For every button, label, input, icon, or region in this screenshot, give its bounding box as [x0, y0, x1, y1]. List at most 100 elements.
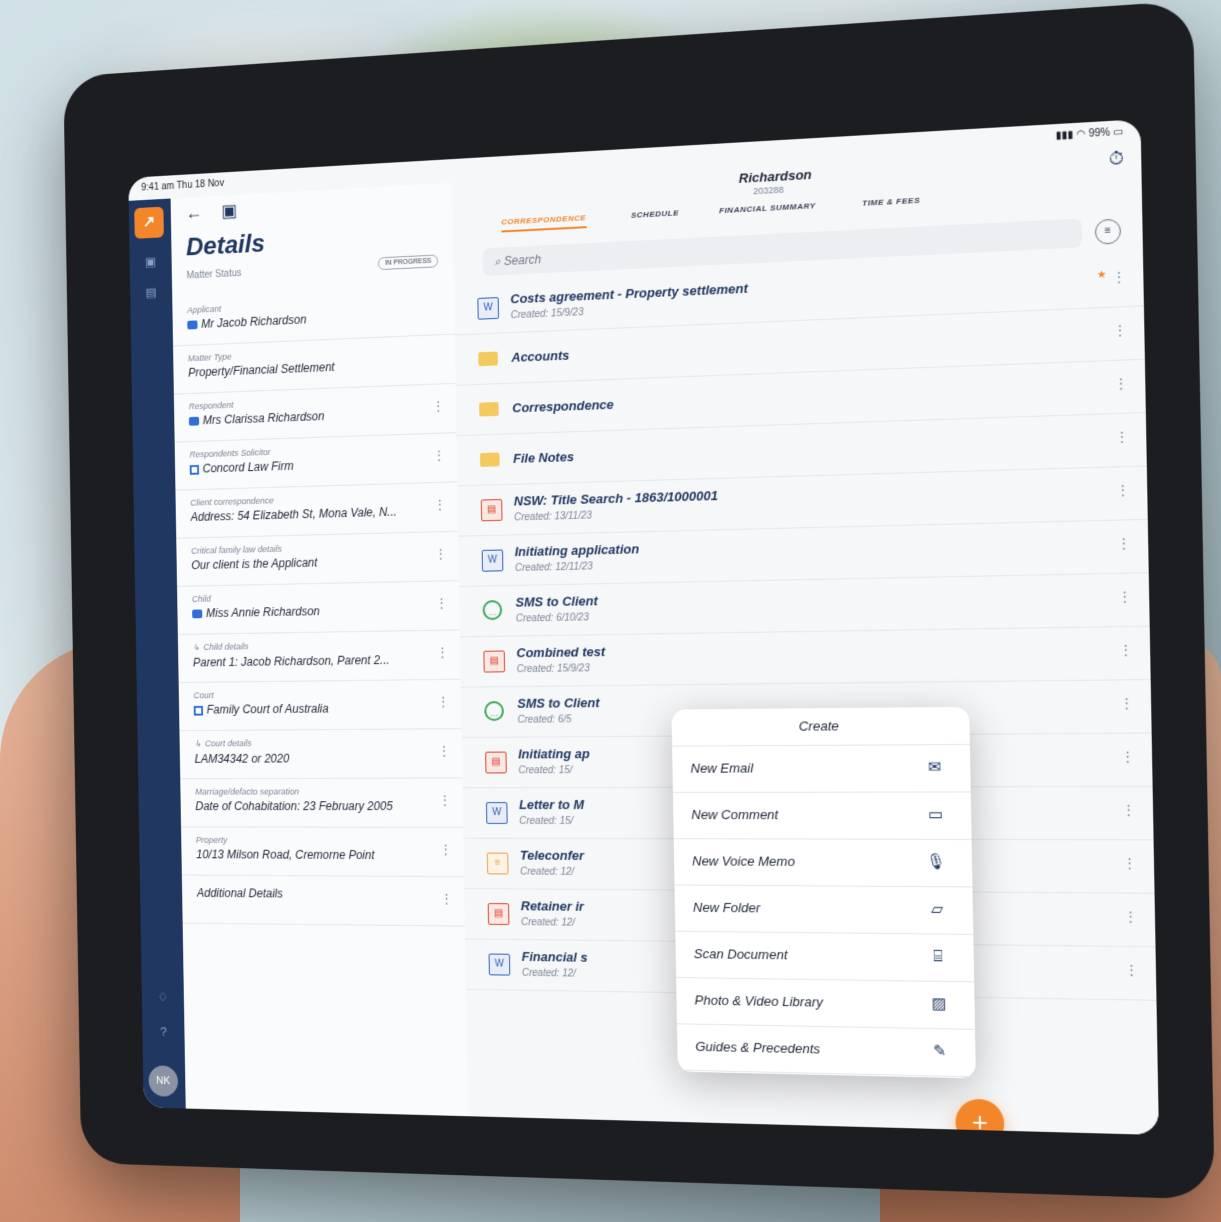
- folder-add-icon: ▱: [930, 900, 944, 919]
- app-logo-icon[interactable]: ↗: [134, 206, 164, 239]
- more-icon[interactable]: ⋮: [439, 792, 452, 808]
- list-item-name: Correspondence: [512, 396, 614, 416]
- detail-field-value: Date of Cohabitation: 23 February 2005: [195, 799, 420, 813]
- tab-correspondence[interactable]: CORRESPONDENCE: [501, 213, 587, 233]
- detail-field[interactable]: Respondents Solicitor Concord Law Firm ⋮: [174, 433, 458, 491]
- more-icon[interactable]: ⋮: [1117, 535, 1131, 552]
- pdf-icon: ▤: [483, 650, 506, 673]
- tablet-screen: 9:41 am Thu 18 Nov ▮▮▮ ◠ 99% ▭ ↗ ▣ ▤ ♢ ?…: [128, 119, 1159, 1135]
- list-item[interactable]: ▤ Combined test Created: 15/9/23 ⋮: [459, 626, 1151, 688]
- more-icon[interactable]: ⋮: [434, 546, 447, 562]
- more-icon[interactable]: ⋮: [432, 398, 445, 414]
- detail-field-value-text: Parent 1: Jacob Richardson, Parent 2...: [192, 653, 390, 670]
- detail-field-value-text: Mrs Clarissa Richardson: [202, 409, 325, 428]
- create-menu-item[interactable]: New Email ✉: [672, 745, 971, 793]
- detail-field-label-text: Applicant: [187, 303, 222, 316]
- avatar[interactable]: NK: [148, 1065, 179, 1097]
- doc-icon: W: [488, 953, 511, 976]
- more-icon[interactable]: ⋮: [437, 694, 450, 710]
- detail-field-label: Child: [192, 589, 444, 604]
- more-icon[interactable]: ⋮: [1119, 642, 1133, 659]
- details-panel: ← ▣ Details Matter Status IN PROGRESS Ap…: [170, 182, 470, 1117]
- more-icon[interactable]: ⋮: [1116, 482, 1130, 499]
- pdf-icon: ▤: [485, 751, 507, 774]
- list-item-name: Combined test: [516, 644, 606, 661]
- bell-icon[interactable]: ♢: [153, 987, 173, 1008]
- list-item-created: Created: 12/: [520, 917, 576, 929]
- tab-schedule[interactable]: SCHEDULE: [631, 208, 679, 220]
- more-icon[interactable]: ⋮: [438, 743, 451, 759]
- more-icon[interactable]: ⋮: [1120, 748, 1134, 765]
- folder-icon: [478, 351, 498, 367]
- detail-field-label-text: Respondents Solicitor: [189, 447, 271, 460]
- matter-card-icon[interactable]: ▣: [221, 201, 237, 221]
- tab-financial-summary[interactable]: FINANCIAL SUMMARY: [719, 201, 816, 215]
- status-badge[interactable]: IN PROGRESS: [378, 254, 439, 271]
- tab-time-fees[interactable]: TIME & FEES: [862, 196, 920, 208]
- more-icon[interactable]: ⋮: [1114, 375, 1128, 392]
- list-item-created: Created: 6/5: [517, 714, 572, 726]
- matter-name: Richardson: [738, 166, 812, 186]
- more-icon[interactable]: ⋮: [1124, 962, 1138, 979]
- create-menu-item[interactable]: New Folder ▱: [674, 885, 974, 935]
- detail-field[interactable]: Critical family law details Our client is…: [176, 531, 459, 587]
- create-menu-item[interactable]: Guides & Precedents ✎: [676, 1024, 976, 1078]
- detail-field-label-text: Child details: [203, 641, 249, 652]
- detail-field-label-text: Marriage/defacto separation: [195, 786, 300, 797]
- back-arrow-icon[interactable]: ←: [185, 203, 202, 223]
- more-icon[interactable]: ⋮: [433, 447, 446, 463]
- tablet-device: 9:41 am Thu 18 Nov ▮▮▮ ◠ 99% ▭ ↗ ▣ ▤ ♢ ?…: [63, 0, 1215, 1200]
- list-item-name: Costs agreement - Property settlement: [510, 280, 749, 307]
- list-item-created: Created: 15/9/23: [516, 663, 590, 676]
- list-item-created: Created: 15/: [518, 765, 573, 777]
- more-icon[interactable]: ⋮: [1122, 855, 1136, 872]
- more-icon[interactable]: ⋮: [1113, 322, 1127, 339]
- more-icon[interactable]: ⋮: [435, 595, 448, 611]
- more-icon[interactable]: ⋮: [434, 497, 447, 513]
- details-nav: ← ▣: [185, 200, 252, 224]
- contact-icon: [192, 609, 203, 619]
- more-icon[interactable]: ⋮: [1120, 695, 1134, 712]
- more-icon[interactable]: ⋮: [1121, 802, 1135, 819]
- comment-add-icon: ▭: [927, 805, 944, 824]
- status-battery: ▮▮▮ ◠ 99% ▭: [1055, 126, 1124, 142]
- filter-icon[interactable]: ≡: [1094, 218, 1122, 245]
- more-icon[interactable]: ⋮: [1123, 908, 1137, 925]
- detail-field-label-text: Client correspondence: [190, 495, 274, 508]
- more-icon[interactable]: ⋮: [439, 842, 452, 858]
- detail-field[interactable]: Additional Details ⋮: [181, 875, 465, 927]
- create-menu-item[interactable]: Scan Document ⌸: [675, 931, 975, 983]
- detail-field[interactable]: Property 10/13 Milson Road, Cremorne Poin…: [181, 827, 465, 878]
- list-item-created: Created: 6/10/23: [515, 612, 589, 625]
- stopwatch-icon[interactable]: ⏱: [1109, 147, 1125, 170]
- detail-field-value-text: 10/13 Milson Road, Cremorne Point: [196, 847, 375, 862]
- detail-field-label-text: Critical family law details: [191, 543, 283, 556]
- detail-field[interactable]: Child Miss Annie Richardson ⋮: [177, 581, 460, 635]
- detail-field[interactable]: Marriage/defacto separation Date of Cohab…: [180, 778, 464, 828]
- pdf-icon: ▤: [480, 498, 503, 522]
- more-icon[interactable]: ⋮: [440, 891, 453, 907]
- more-icon[interactable]: ⋮: [1112, 268, 1126, 285]
- detail-field-value: 10/13 Milson Road, Cremorne Point: [196, 848, 421, 863]
- detail-field-label-text: Respondent: [188, 400, 234, 412]
- detail-field[interactable]: Court Family Court of Australia ⋮: [178, 679, 462, 732]
- detail-field[interactable]: ↳ Child details Parent 1: Jacob Richardson…: [177, 630, 461, 684]
- detail-field-value: Our client is the Applicant: [191, 553, 416, 572]
- detail-field-label: Court: [193, 688, 445, 700]
- create-menu-item[interactable]: Photo & Video Library ▨: [676, 978, 976, 1030]
- more-icon[interactable]: ⋮: [1118, 588, 1132, 605]
- sub-arrow-icon: ↳: [194, 738, 202, 749]
- more-icon[interactable]: ⋮: [1115, 428, 1129, 445]
- detail-field-label-text: Court details: [204, 738, 252, 749]
- detail-field-value: Address: 54 Elizabeth St, Mona Vale, N..…: [190, 504, 415, 524]
- detail-field[interactable]: Client correspondence Address: 54 Elizabe…: [175, 482, 459, 539]
- create-menu-item[interactable]: New Comment ▭: [672, 792, 972, 840]
- help-icon[interactable]: ?: [153, 1021, 173, 1043]
- contacts-icon[interactable]: ▤: [141, 282, 161, 304]
- more-icon[interactable]: ⋮: [436, 644, 449, 660]
- detail-field-value-text: Address: 54 Elizabeth St, Mona Vale, N..…: [190, 504, 397, 524]
- detail-field[interactable]: ↳ Court details LAM34342 or 2020 ⋮: [179, 729, 463, 780]
- matters-icon[interactable]: ▣: [140, 251, 160, 273]
- detail-field-label: Property: [196, 835, 448, 845]
- create-menu-item[interactable]: New Voice Memo 🎙: [673, 839, 973, 888]
